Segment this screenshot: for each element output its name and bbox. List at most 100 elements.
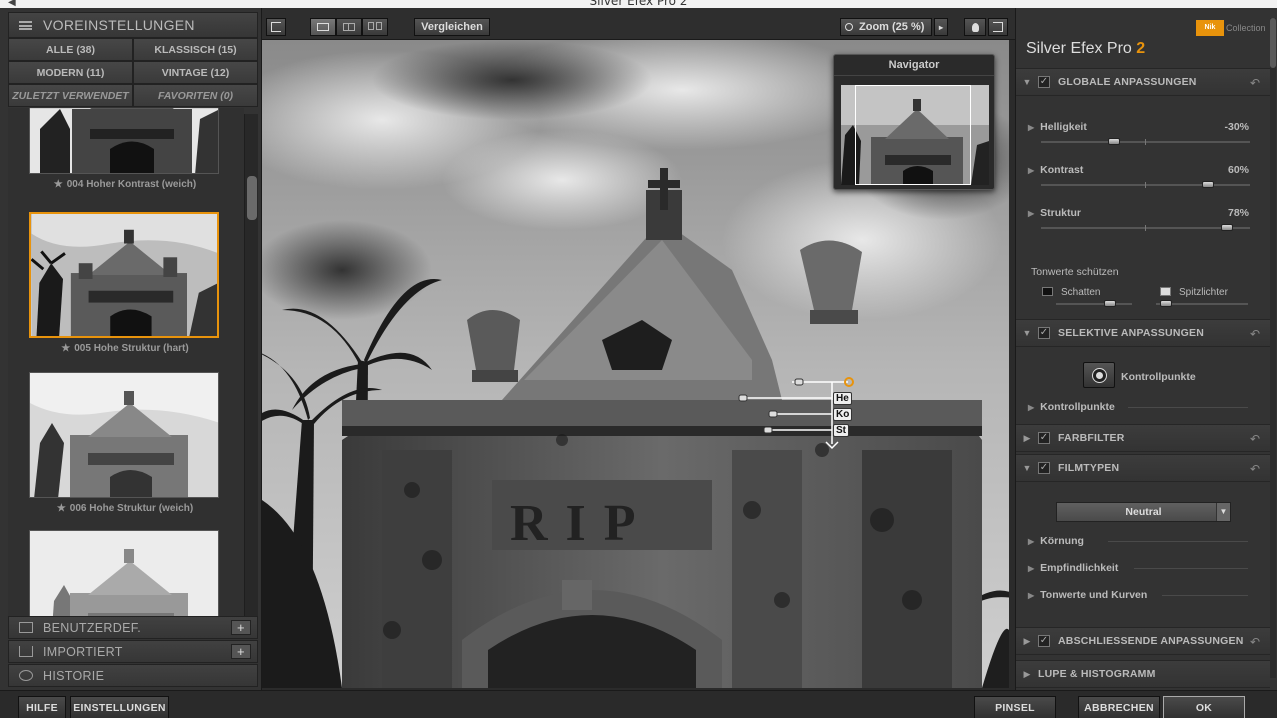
expand-arrow-icon[interactable]: ▶ (1016, 433, 1038, 444)
contrast-slider-handle[interactable] (1202, 181, 1215, 188)
expand-arrow-icon[interactable]: ▶ (1028, 537, 1034, 546)
film-type-dropdown[interactable]: Neutral ▼ (1056, 502, 1231, 522)
product-version: 2 (1136, 40, 1146, 57)
section-film-types[interactable]: ▼ ✓ FILMTYPEN ↶ (1016, 454, 1270, 482)
control-point-contrast-tag[interactable]: Ko (833, 408, 853, 421)
window-title: Silver Efex Pro 2 (589, 0, 688, 8)
section-global-adjustments[interactable]: ▼ ✓ GLOBALE ANPASSUNGEN ↶ (1016, 68, 1270, 96)
star-icon[interactable]: ★ (54, 179, 63, 190)
global-enable-checkbox[interactable]: ✓ (1038, 76, 1050, 88)
section-color-filter[interactable]: ▶ ✓ FARBFILTER ↶ (1016, 424, 1270, 452)
undo-icon[interactable]: ↶ (1250, 462, 1260, 476)
collapse-arrow-icon[interactable]: ▼ (1016, 463, 1038, 473)
presets-panel: VOREINSTELLUNGEN ALLE (38) KLASSISCH (15… (0, 8, 262, 690)
brightness-slider[interactable] (1041, 138, 1250, 145)
expand-arrow-icon[interactable]: ▶ (1016, 669, 1038, 680)
structure-slider-handle[interactable] (1221, 224, 1233, 231)
undo-icon[interactable]: ↶ (1250, 432, 1260, 446)
ok-button[interactable]: OK (1163, 696, 1245, 718)
sensitivity-label: Empfindlichkeit (1040, 562, 1119, 574)
add-import-button[interactable]: + (231, 644, 251, 659)
expand-arrow-icon[interactable]: ▶ (1028, 403, 1034, 412)
help-button[interactable]: HILFE (18, 696, 66, 718)
control-points-button-label: Kontrollpunkte (1121, 371, 1196, 383)
preset-thumbnail (29, 530, 219, 622)
cancel-button[interactable]: ABBRECHEN (1078, 696, 1160, 718)
expand-arrow-icon[interactable]: ▶ (1028, 123, 1034, 132)
preset-item[interactable] (29, 530, 221, 622)
section-custom[interactable]: BENUTZERDEF. + (8, 616, 258, 639)
background-light-button[interactable] (964, 18, 986, 36)
structure-label: Struktur (1040, 207, 1081, 219)
preset-item[interactable]: ★ 006 Hohe Struktur (weich) (29, 372, 221, 514)
preset-item[interactable]: ★ 004 Hoher Kontrast (weich) (29, 108, 221, 190)
collapse-arrow-icon[interactable]: ▼ (1016, 77, 1038, 87)
chevron-down-icon[interactable]: ▼ (1216, 503, 1230, 521)
control-point-structure-tag[interactable]: St (833, 424, 849, 437)
single-view-button[interactable] (310, 18, 336, 36)
finishing-enable-checkbox[interactable]: ✓ (1038, 635, 1050, 647)
section-selective-adjustments[interactable]: ▼ ✓ SELEKTIVE ANPASSUNGEN ↶ (1016, 319, 1270, 347)
star-icon[interactable]: ★ (57, 503, 66, 514)
presets-header[interactable]: VOREINSTELLUNGEN (8, 12, 258, 38)
expand-arrow-icon[interactable]: ▶ (1016, 636, 1038, 647)
compare-button[interactable]: Vergleichen (414, 18, 490, 36)
undo-icon[interactable]: ↶ (1250, 76, 1260, 90)
undo-icon[interactable]: ↶ (1250, 327, 1260, 341)
filter-classic-button[interactable]: KLASSISCH (15) (133, 38, 258, 61)
filter-vintage-button[interactable]: VINTAGE (12) (133, 61, 258, 84)
shadows-slider[interactable] (1056, 300, 1132, 307)
structure-slider[interactable] (1041, 224, 1250, 231)
control-point-brightness-tag[interactable]: He (833, 392, 852, 405)
contrast-row[interactable]: ▶ Kontrast (1028, 164, 1260, 176)
menu-lines-icon (19, 21, 32, 30)
preset-thumbnail-list[interactable]: ★ 004 Hoher Kontrast (weich) ★ 005 Hohe … (8, 108, 244, 622)
expand-arrow-icon[interactable]: ▶ (1028, 166, 1034, 175)
brightness-slider-handle[interactable] (1108, 138, 1121, 145)
hide-right-panel-button[interactable] (988, 18, 1008, 36)
presets-header-label: VOREINSTELLUNGEN (43, 17, 195, 33)
contrast-value: 60% (1227, 164, 1249, 176)
hide-left-panel-button[interactable] (266, 18, 286, 36)
navigator-preview[interactable] (841, 85, 989, 185)
contrast-slider[interactable] (1041, 181, 1250, 188)
add-custom-button[interactable]: + (231, 620, 251, 635)
film-enable-checkbox[interactable]: ✓ (1038, 462, 1050, 474)
adjustments-scrollbar[interactable] (1270, 18, 1276, 678)
scrollbar-thumb[interactable] (1270, 18, 1276, 68)
color-filter-enable-checkbox[interactable]: ✓ (1038, 432, 1050, 444)
undo-icon[interactable]: ↶ (1250, 635, 1260, 649)
zoom-menu-arrow[interactable]: ▸ (934, 18, 948, 36)
expand-arrow-icon[interactable]: ▶ (1028, 591, 1034, 600)
preset-item-selected[interactable]: ★ 005 Hohe Struktur (hart) (29, 212, 221, 354)
settings-button[interactable]: EINSTELLUNGEN (70, 696, 169, 718)
navigator-panel[interactable]: Navigator (833, 54, 995, 190)
section-imported[interactable]: IMPORTIERT + (8, 640, 258, 663)
filter-favorites-button[interactable]: FAVORITEN (0) (133, 84, 258, 107)
brush-button[interactable]: PINSEL (974, 696, 1056, 718)
expand-arrow-icon[interactable]: ▶ (1028, 209, 1034, 218)
expand-arrow-icon[interactable]: ▶ (1028, 564, 1034, 573)
filter-modern-button[interactable]: MODERN (11) (8, 61, 133, 84)
section-loupe-histogram[interactable]: ▶ LUPE & HISTOGRAMM (1016, 660, 1270, 688)
star-icon[interactable]: ★ (61, 343, 70, 354)
collapse-arrow-icon[interactable]: ▼ (1016, 328, 1038, 338)
side-by-side-view-button[interactable] (362, 18, 388, 36)
scrollbar-thumb[interactable] (247, 176, 257, 220)
navigator-view-frame[interactable] (855, 85, 971, 185)
add-control-point-button[interactable] (1083, 362, 1115, 388)
zoom-button[interactable]: Zoom (25 %) (840, 18, 932, 36)
section-finishing-adjustments[interactable]: ▶ ✓ ABSCHLIESSENDE ANPASSUNGEN ↶ (1016, 627, 1270, 655)
split-view-icon (343, 23, 355, 31)
preset-label: 004 Hoher Kontrast (weich) (66, 179, 197, 190)
filter-recent-button[interactable]: ZULETZT VERWENDET (8, 84, 133, 107)
filter-all-button[interactable]: ALLE (38) (8, 38, 133, 61)
highlights-slider[interactable] (1156, 300, 1248, 307)
split-view-button[interactable] (336, 18, 362, 36)
highlights-slider-handle[interactable] (1160, 300, 1172, 307)
preset-list-scrollbar[interactable] (244, 114, 258, 620)
shadows-slider-handle[interactable] (1104, 300, 1116, 307)
structure-row[interactable]: ▶ Struktur (1028, 207, 1260, 219)
section-history[interactable]: HISTORIE (8, 664, 258, 687)
selective-enable-checkbox[interactable]: ✓ (1038, 327, 1050, 339)
